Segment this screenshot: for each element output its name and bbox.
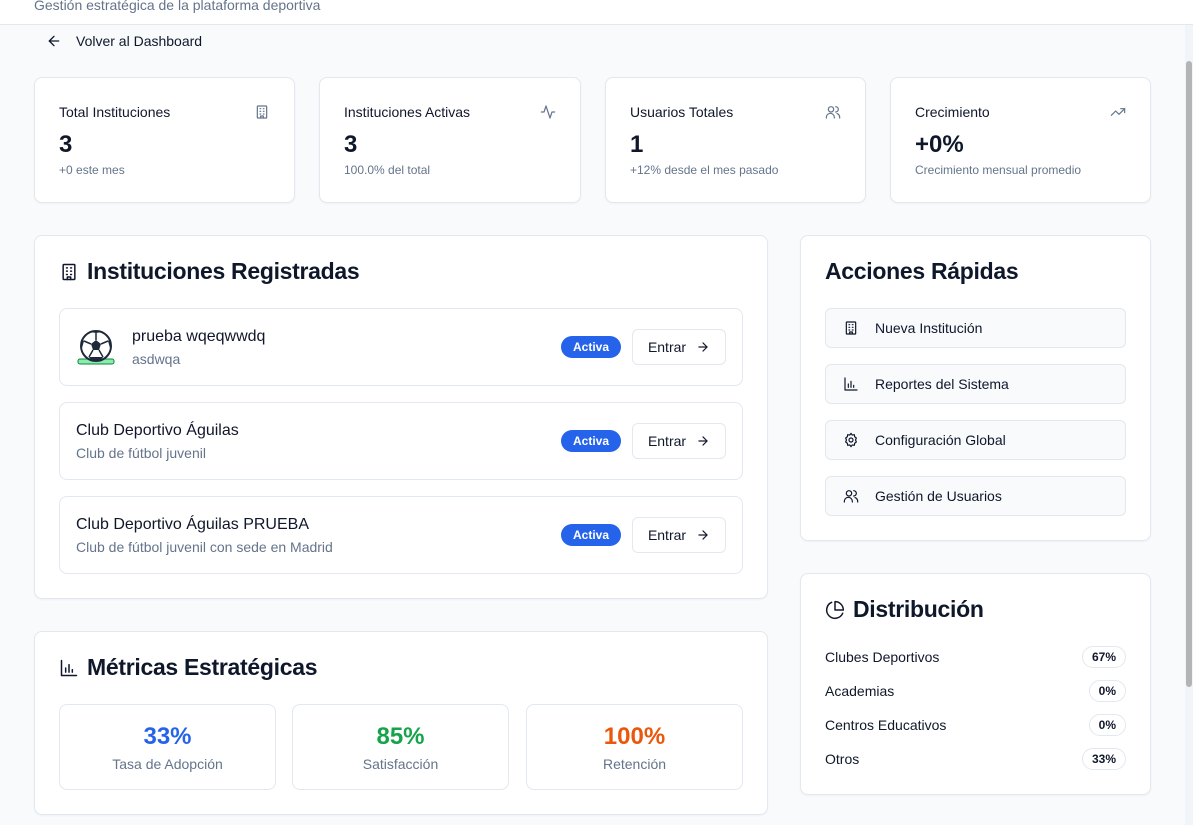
bar-chart-icon: [844, 377, 858, 391]
arrow-left-icon: [48, 35, 60, 47]
institution-row: Club Deportivo Águilas Club de fútbol ju…: [59, 402, 743, 480]
users-icon: [843, 490, 859, 503]
bar-chart-icon: [60, 659, 78, 676]
institutions-panel: Instituciones Registradas prueba wqeqwwd…: [34, 235, 768, 599]
vertical-scrollbar[interactable]: [1185, 25, 1193, 825]
gear-icon: [845, 432, 857, 448]
soccer-ball-logo: [77, 330, 115, 365]
institution-row: Club Deportivo Águilas PRUEBA Club de fú…: [59, 496, 743, 574]
action-label: Nueva Institución: [875, 320, 983, 336]
status-badge: Activa: [561, 430, 621, 452]
distribution-row: Academias 0%: [825, 680, 1126, 702]
back-link-label: Volver al Dashboard: [76, 33, 203, 49]
metric-label: Satisfacción: [362, 756, 439, 772]
arrow-right-icon: [698, 436, 708, 446]
stat-sub: +0 este mes: [59, 163, 125, 177]
status-badge: Activa: [561, 336, 621, 358]
stat-card-total-institutions: Total Instituciones 3 +0 este mes: [34, 77, 295, 203]
metric-label: Retención: [602, 756, 667, 772]
metrics-title: Métricas Estratégicas: [59, 654, 318, 681]
distribution-row: Centros Educativos 0%: [825, 714, 1126, 736]
institution-description: Club de fútbol juvenil: [76, 445, 206, 461]
stat-card-active-institutions: Instituciones Activas 3 100.0% del total: [319, 77, 581, 203]
metric-card-satisfaction: 85% Satisfacción: [292, 704, 509, 790]
trending-up-icon: [1110, 108, 1126, 116]
stat-sub: Crecimiento mensual promedio: [915, 163, 1082, 177]
stat-label: Usuarios Totales: [630, 104, 734, 120]
building-icon: [845, 321, 857, 335]
metric-value: 100%: [603, 723, 666, 750]
distribution-label: Centros Educativos: [825, 717, 947, 733]
users-icon: [825, 106, 841, 119]
action-label: Configuración Global: [875, 432, 1006, 448]
quick-actions-panel: Acciones Rápidas Nueva Institución Repor…: [800, 235, 1151, 541]
distribution-label: Otros: [825, 751, 860, 767]
quick-actions-title: Acciones Rápidas: [825, 258, 1019, 284]
distribution-row: Clubes Deportivos 67%: [825, 646, 1126, 668]
distribution-title-text: Distribución: [853, 596, 984, 622]
metric-card-retention: 100% Retención: [526, 704, 743, 790]
metrics-title-text: Métricas Estratégicas: [87, 654, 318, 680]
stat-value: 3: [59, 131, 73, 158]
institution-name: Club Deportivo Águilas: [76, 422, 239, 439]
stat-value: 1: [630, 131, 644, 158]
metric-label: Tasa de Adopción: [112, 756, 223, 772]
enter-institution-button[interactable]: Entrar: [632, 423, 726, 459]
distribution-percent: 33%: [1081, 748, 1126, 770]
distribution-percent: 0%: [1088, 680, 1126, 702]
pie-chart-icon: [825, 600, 845, 619]
stat-card-total-users: Usuarios Totales 1 +12% desde el mes pas…: [605, 77, 866, 203]
enter-button-label: Entrar: [647, 339, 687, 355]
metric-value: 85%: [376, 723, 425, 750]
enter-institution-button[interactable]: Entrar: [632, 517, 726, 553]
scrollbar-thumb[interactable]: [1186, 61, 1192, 687]
distribution-percent: 67%: [1081, 646, 1126, 668]
institution-row: prueba wqeqwwdq asdwqa Activa Entrar: [59, 308, 743, 386]
stat-sub: +12% desde el mes pasado: [630, 163, 779, 177]
distribution-row: Otros 33%: [825, 748, 1126, 770]
distribution-title: Distribución: [825, 596, 984, 623]
global-settings-button[interactable]: Configuración Global: [825, 420, 1126, 460]
building-icon: [256, 105, 268, 119]
distribution-label: Clubes Deportivos: [825, 649, 940, 665]
institution-description: asdwqa: [132, 351, 181, 367]
stat-sub: 100.0% del total: [344, 163, 431, 177]
institution-name: Club Deportivo Águilas PRUEBA: [76, 516, 309, 533]
activity-icon: [540, 105, 556, 119]
stat-card-growth: Crecimiento +0% Crecimiento mensual prom…: [890, 77, 1151, 203]
system-reports-button[interactable]: Reportes del Sistema: [825, 364, 1126, 404]
status-badge: Activa: [561, 524, 621, 546]
metric-card-adoption: 33% Tasa de Adopción: [59, 704, 276, 790]
distribution-label: Academias: [825, 683, 895, 699]
metrics-panel: Métricas Estratégicas 33% Tasa de Adopci…: [34, 631, 768, 815]
top-header: Gestión estratégica de la plataforma dep…: [0, 0, 1193, 25]
stat-label: Crecimiento: [915, 104, 990, 120]
user-management-button[interactable]: Gestión de Usuarios: [825, 476, 1126, 516]
metric-value: 33%: [143, 723, 192, 750]
distribution-percent: 0%: [1088, 714, 1126, 736]
enter-button-label: Entrar: [647, 433, 687, 449]
page-subtitle: Gestión estratégica de la plataforma dep…: [34, 0, 321, 13]
building-icon: [62, 263, 76, 280]
stat-value: +0%: [915, 131, 964, 158]
back-to-dashboard-link[interactable]: Volver al Dashboard: [46, 33, 202, 49]
stat-label: Total Instituciones: [59, 104, 171, 120]
stat-label: Instituciones Activas: [344, 104, 471, 120]
enter-button-label: Entrar: [647, 527, 687, 543]
arrow-right-icon: [698, 530, 708, 540]
institutions-title: Instituciones Registradas: [59, 258, 360, 285]
institutions-title-text: Instituciones Registradas: [87, 258, 360, 284]
action-label: Reportes del Sistema: [875, 376, 1009, 392]
action-label: Gestión de Usuarios: [875, 488, 1002, 504]
institution-name: prueba wqeqwwdq: [132, 328, 266, 345]
new-institution-button[interactable]: Nueva Institución: [825, 308, 1126, 348]
institution-description: Club de fútbol juvenil con sede en Madri…: [76, 539, 333, 555]
distribution-panel: Distribución Clubes Deportivos 67% Acade…: [800, 573, 1151, 795]
enter-institution-button[interactable]: Entrar: [632, 329, 726, 365]
arrow-right-icon: [698, 342, 708, 352]
stat-value: 3: [344, 131, 358, 158]
